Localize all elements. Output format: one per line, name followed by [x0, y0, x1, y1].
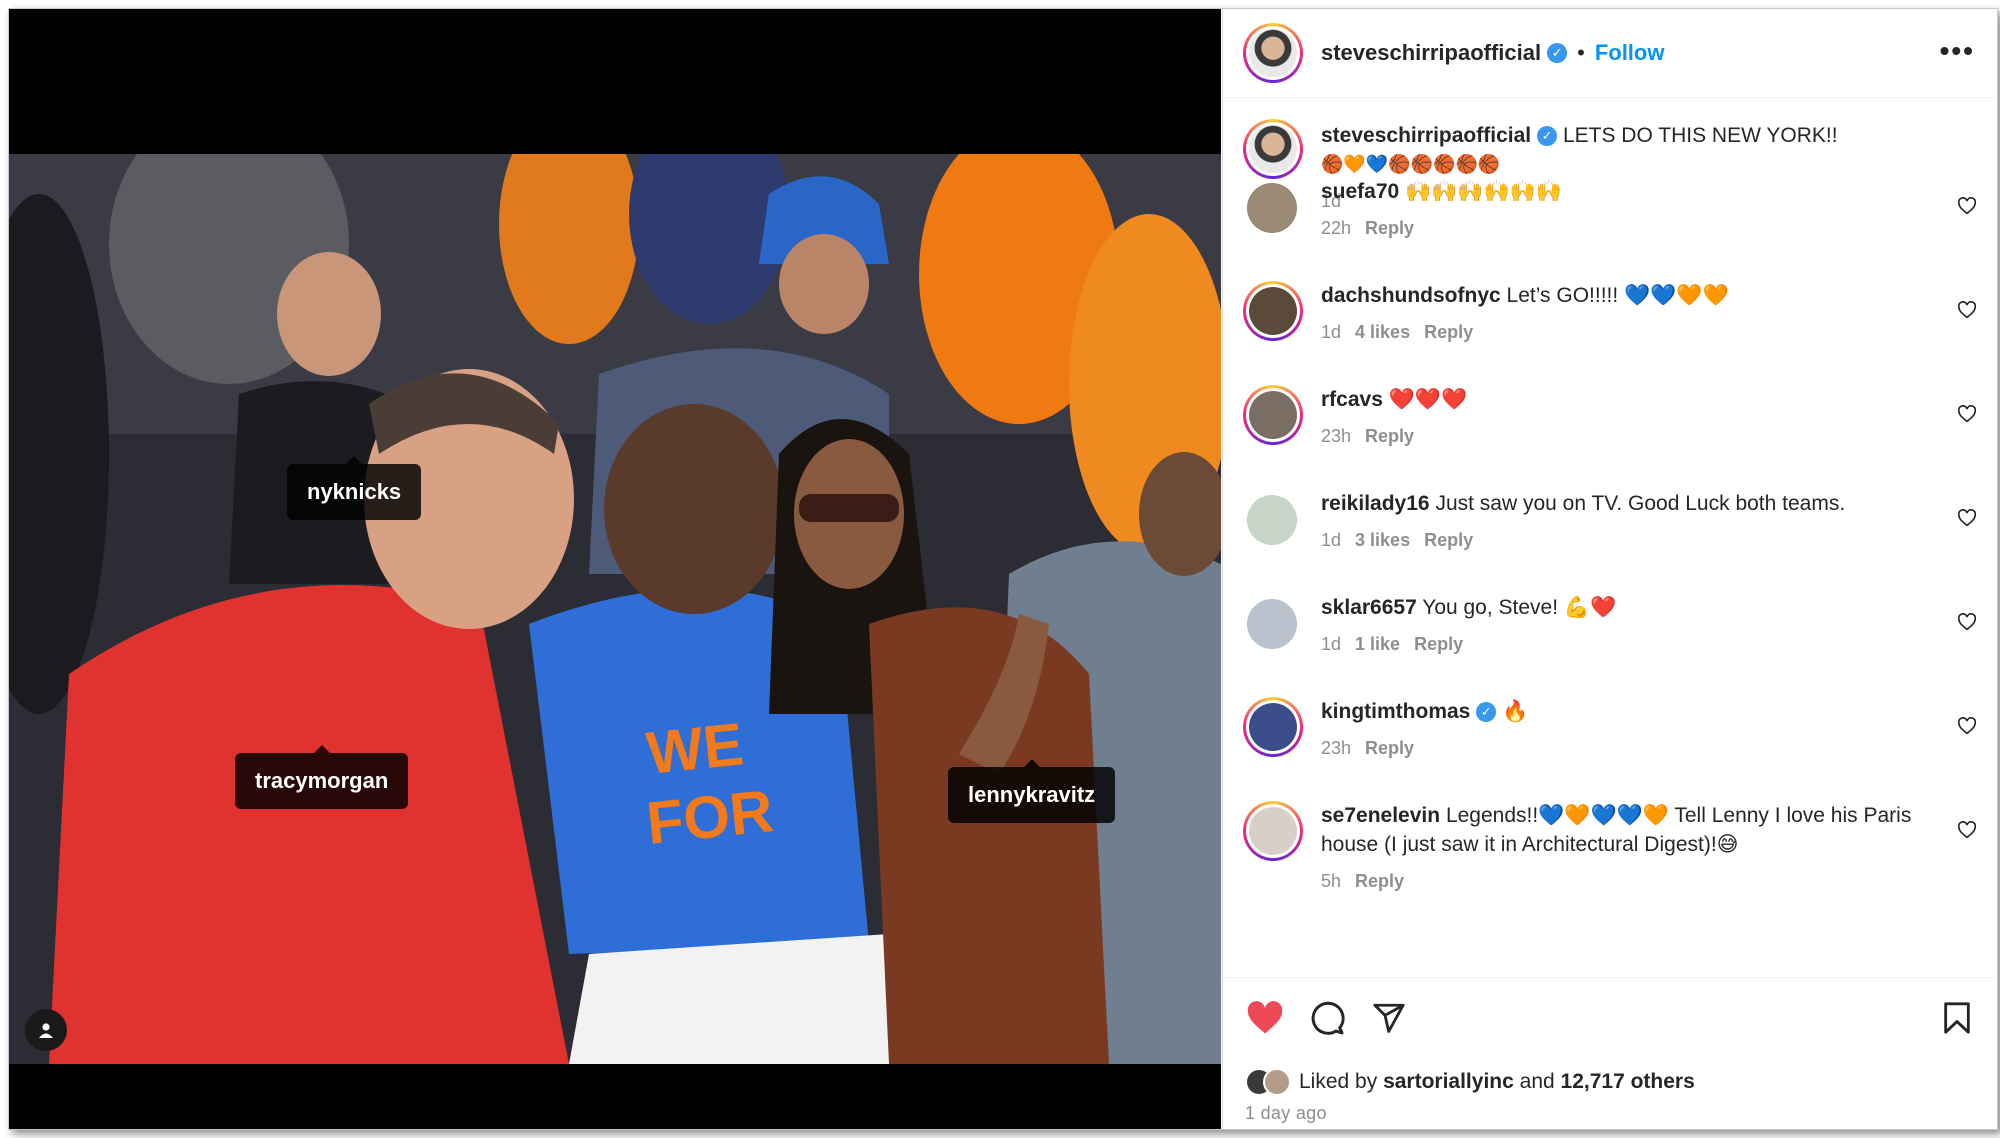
commenter-username[interactable]: reikilady16: [1321, 492, 1430, 515]
more-options-icon[interactable]: •••: [1940, 37, 1975, 65]
comment-timestamp: 22h: [1321, 218, 1352, 238]
comment-row: sklar6657 You go, Steve! 💪❤️ 1d 1 like Repl…: [1223, 593, 1997, 659]
verified-badge-icon: ✓: [1537, 126, 1558, 147]
comment-like-heart-icon[interactable]: [1957, 405, 1977, 429]
comment-like-count[interactable]: 4 likes: [1355, 322, 1410, 342]
comment-timestamp: 23h: [1321, 738, 1352, 758]
photo-tag-lennykravitz[interactable]: lennykravitz: [948, 759, 1116, 823]
share-send-icon[interactable]: [1369, 998, 1409, 1038]
comment-like-heart-icon[interactable]: [1957, 717, 1977, 741]
caption-username[interactable]: steveschirripaofficial: [1321, 124, 1531, 147]
comment-reply-button[interactable]: Reply: [1365, 218, 1414, 238]
post-media[interactable]: WE FOR nyknicks tracymorgan lennykravitz: [9, 9, 1221, 1129]
post-timestamp: 1 day ago: [1245, 1103, 1327, 1123]
liked-by-prefix: Liked by: [1299, 1070, 1378, 1093]
commenter-avatar[interactable]: [1247, 183, 1297, 233]
post-header: steveschirripaofficial ✓ • Follow •••: [1223, 9, 1997, 98]
caption-emojis: 🏀🧡💙🏀🏀🏀🏀🏀: [1321, 154, 1501, 175]
commenter-username[interactable]: suefa70: [1321, 180, 1399, 203]
like-heart-icon[interactable]: [1245, 998, 1285, 1038]
commenter-avatar[interactable]: [1243, 801, 1303, 861]
likes-summary[interactable]: Liked by sartoriallyinc and 12,717 other…: [1245, 1068, 1695, 1096]
comment-like-heart-icon[interactable]: [1957, 821, 1977, 845]
comment-row: reikilady16 Just saw you on TV. Good Luc…: [1223, 489, 1997, 555]
comment-reply-button[interactable]: Reply: [1365, 738, 1414, 758]
comment-text: 🔥: [1502, 700, 1529, 723]
commenter-avatar[interactable]: [1243, 281, 1303, 341]
post-window: WE FOR nyknicks tracymorgan lennykravitz: [8, 8, 1998, 1130]
comment-timestamp: 1d: [1321, 634, 1342, 654]
commenter-avatar[interactable]: [1243, 385, 1303, 445]
caption-author-avatar[interactable]: [1243, 119, 1303, 179]
comment-bubble-icon[interactable]: [1307, 998, 1347, 1038]
action-bar: [1245, 998, 1977, 1038]
photo-tag-nyknicks[interactable]: nyknicks: [287, 456, 422, 520]
commenter-avatar[interactable]: [1247, 599, 1297, 649]
follow-button[interactable]: Follow: [1595, 40, 1665, 66]
comment-like-heart-icon[interactable]: [1957, 613, 1977, 637]
author-username[interactable]: steveschirripaofficial: [1321, 40, 1541, 66]
author-avatar[interactable]: [1243, 23, 1303, 83]
comment-reply-button[interactable]: Reply: [1424, 530, 1473, 550]
comment-row: dachshundsofnyc Let’s GO!!!!! 💙💙🧡🧡 1d 4 li…: [1223, 281, 1997, 347]
comment-reply-button[interactable]: Reply: [1414, 634, 1463, 654]
comment-text: You go, Steve! 💪❤️: [1422, 596, 1617, 619]
verified-badge-icon: ✓: [1547, 43, 1568, 63]
svg-text:FOR: FOR: [643, 777, 776, 857]
comment-like-heart-icon[interactable]: [1957, 301, 1977, 325]
liker-avatars: [1245, 1068, 1291, 1096]
comment-reply-button[interactable]: Reply: [1365, 426, 1414, 446]
commenter-username[interactable]: sklar6657: [1321, 596, 1417, 619]
post-photo[interactable]: WE FOR: [9, 154, 1221, 1064]
comment-timestamp: 23h: [1321, 426, 1352, 446]
comment-timestamp: 1d: [1321, 530, 1342, 550]
commenter-username[interactable]: dachshundsofnyc: [1321, 284, 1501, 307]
commenter-username[interactable]: se7enelevin: [1321, 804, 1440, 827]
comment-row: suefa70 🙌🙌🙌🙌🙌🙌 22h Reply: [1223, 177, 1997, 243]
post-footer: Liked by sartoriallyinc and 12,717 other…: [1223, 977, 1997, 1129]
comment-like-heart-icon[interactable]: [1957, 197, 1977, 221]
liked-by-user[interactable]: sartoriallyinc: [1383, 1070, 1514, 1094]
liked-and: and: [1519, 1070, 1555, 1093]
commenter-username[interactable]: rfcavs: [1321, 388, 1383, 411]
verified-badge-icon: ✓: [1476, 702, 1497, 723]
comment-text: Just saw you on TV. Good Luck both teams…: [1435, 492, 1846, 515]
comment-row: se7enelevin Legends!!💙🧡💙💙🧡 Tell Lenny I …: [1223, 801, 1997, 896]
comment-like-count[interactable]: 1 like: [1355, 634, 1400, 654]
comment-like-count[interactable]: 3 likes: [1355, 530, 1410, 550]
comments-list[interactable]: steveschirripaofficial ✓ LETS DO THIS NEW…: [1223, 99, 1997, 969]
comment-text: 🙌🙌🙌🙌🙌🙌: [1405, 180, 1562, 203]
comment-reply-button[interactable]: Reply: [1355, 871, 1404, 891]
tagged-users-button[interactable]: [25, 1009, 67, 1051]
comment-reply-button[interactable]: Reply: [1424, 322, 1473, 342]
commenter-avatar[interactable]: [1247, 495, 1297, 545]
comment-row: rfcavs ❤️❤️❤️ 23h Reply: [1223, 385, 1997, 451]
comment-timestamp: 5h: [1321, 871, 1342, 891]
comment-timestamp: 1d: [1321, 322, 1342, 342]
photo-tag-tracymorgan[interactable]: tracymorgan: [235, 745, 409, 809]
comment-text: ❤️❤️❤️: [1388, 388, 1468, 411]
save-bookmark-icon[interactable]: [1937, 998, 1977, 1038]
comment-text: Let’s GO!!!!! 💙💙🧡🧡: [1506, 284, 1729, 307]
liked-others-count[interactable]: 12,717 others: [1561, 1070, 1695, 1094]
caption-text: LETS DO THIS NEW YORK!!: [1562, 124, 1838, 147]
commenter-username[interactable]: kingtimthomas: [1321, 700, 1470, 723]
commenter-avatar[interactable]: [1243, 697, 1303, 757]
comment-like-heart-icon[interactable]: [1957, 509, 1977, 533]
crowd-photo-illustration: WE FOR: [9, 154, 1221, 1064]
comment-row: kingtimthomas ✓ 🔥 23h Reply: [1223, 697, 1997, 763]
person-icon: [39, 1023, 53, 1038]
svg-text:WE: WE: [643, 710, 746, 787]
post-side-panel: steveschirripaofficial ✓ • Follow ••• st…: [1222, 9, 1997, 1129]
separator-dot: •: [1577, 40, 1585, 65]
